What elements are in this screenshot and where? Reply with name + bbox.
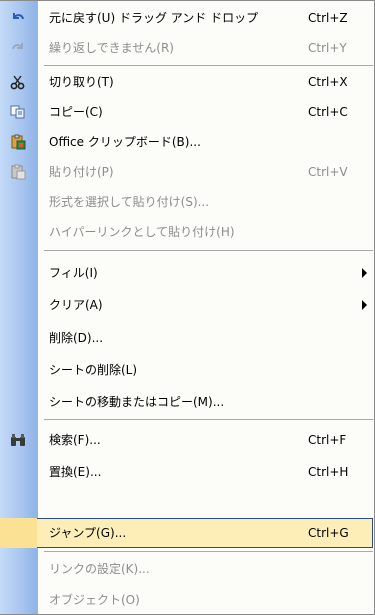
menu-item-delete[interactable]: 削除(D)... (0, 323, 373, 353)
scissors-icon (10, 74, 26, 90)
menu-item-replace[interactable]: 置換(E)... Ctrl+H (0, 457, 373, 487)
menu-item-links[interactable]: リンクの設定(K)... (0, 554, 373, 584)
menu-item-label: 貼り付け(P) (49, 165, 114, 179)
menu-item-paste[interactable]: 貼り付け(P) Ctrl+V (0, 157, 373, 187)
menu-item-label: 繰り返しできません(R) (49, 41, 174, 55)
menu-separator (44, 65, 373, 66)
shortcut-label: Ctrl+C (308, 105, 348, 119)
menu-item-redo[interactable]: 繰り返しできません(R) Ctrl+Y (0, 33, 373, 63)
menu-item-label: 置換(E)... (49, 465, 102, 479)
menu-separator (44, 250, 373, 251)
menu-separator (44, 551, 373, 552)
menu-item-label: ジャンプ(G)... (49, 526, 127, 540)
menu-item-label: 削除(D)... (49, 331, 104, 345)
binoculars-icon (10, 432, 26, 448)
shortcut-label: Ctrl+X (308, 75, 348, 89)
menu-item-delete-sheet[interactable]: シートの削除(L) (0, 355, 373, 385)
shortcut-label: Ctrl+V (308, 165, 348, 179)
menu-item-paste-special[interactable]: 形式を選択して貼り付け(S)... (0, 187, 373, 217)
menu-item-label: Office クリップボード(B)... (49, 135, 201, 149)
menu-item-label: 切り取り(T) (49, 75, 114, 89)
menu-item-label: オブジェクト(O) (49, 593, 140, 607)
shortcut-label: Ctrl+Z (308, 11, 348, 25)
menu-item-label: リンクの設定(K)... (49, 562, 150, 576)
menu-item-paste-as-hyperlink[interactable]: ハイパーリンクとして貼り付け(H) (0, 217, 373, 247)
undo-icon (10, 10, 26, 26)
menu-item-undo[interactable]: 元に戻す(U) ドラッグ アンド ドロップ Ctrl+Z (0, 3, 373, 33)
submenu-arrow-icon (362, 300, 367, 310)
menu-item-office-clipboard[interactable]: Office クリップボード(B)... (0, 127, 373, 157)
menu-item-label: ハイパーリンクとして貼り付け(H) (49, 225, 235, 239)
menu-item-object[interactable]: オブジェクト(O) (0, 585, 373, 615)
menu-item-label: 検索(F)... (49, 433, 101, 447)
copy-icon (10, 104, 26, 120)
clipboard-icon (10, 134, 26, 150)
menu-item-label: クリア(A) (49, 298, 103, 312)
menu-item-label: コピー(C) (49, 105, 103, 119)
menu-item-cut[interactable]: 切り取り(T) Ctrl+X (0, 67, 373, 97)
edit-menu: 元に戻す(U) ドラッグ アンド ドロップ Ctrl+Z 繰り返しできません(R… (0, 0, 375, 615)
menu-item-label: シートの削除(L) (49, 363, 138, 377)
menu-separator (44, 419, 373, 420)
paste-icon (10, 164, 26, 180)
menu-item-label: シートの移動またはコピー(M)... (49, 395, 225, 409)
menu-item-label: 元に戻す(U) ドラッグ アンド ドロップ (49, 11, 259, 25)
menu-item-label: フィル(I) (49, 266, 98, 280)
menu-item-label: 形式を選択して貼り付け(S)... (49, 195, 210, 209)
shortcut-label: Ctrl+G (308, 526, 349, 540)
menu-item-goto[interactable]: ジャンプ(G)... Ctrl+G (0, 518, 373, 548)
shortcut-label: Ctrl+F (308, 433, 347, 447)
menu-item-clear[interactable]: クリア(A) (0, 290, 373, 320)
shortcut-label: Ctrl+Y (308, 41, 347, 55)
menu-item-fill[interactable]: フィル(I) (0, 258, 373, 288)
shortcut-label: Ctrl+H (308, 465, 349, 479)
menu-item-copy[interactable]: コピー(C) Ctrl+C (0, 97, 373, 127)
submenu-arrow-icon (362, 268, 367, 278)
menu-item-move-copy-sheet[interactable]: シートの移動またはコピー(M)... (0, 387, 373, 417)
highlight-gutter (0, 518, 37, 548)
redo-icon (10, 40, 26, 56)
menu-item-find[interactable]: 検索(F)... Ctrl+F (0, 425, 373, 455)
